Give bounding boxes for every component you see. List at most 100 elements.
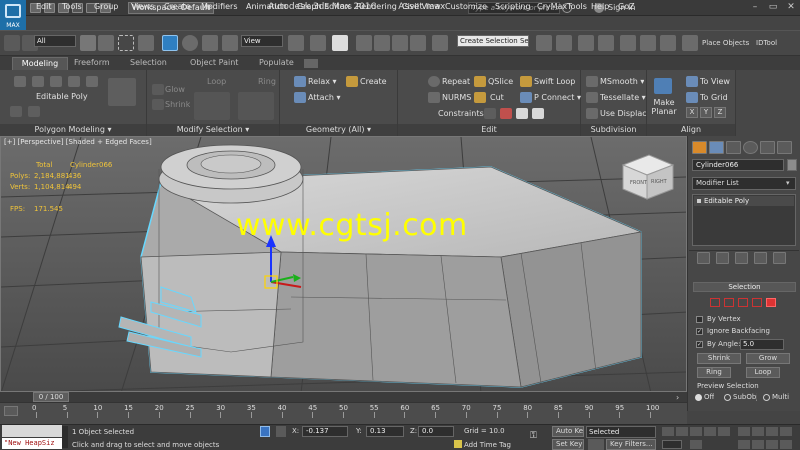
material-editor-icon[interactable] bbox=[660, 35, 676, 51]
zoom-all-icon[interactable] bbox=[752, 427, 764, 436]
nurms-button[interactable]: NURMS bbox=[442, 93, 471, 102]
vertex-mode-icon[interactable] bbox=[14, 76, 26, 87]
element-subobject-icon[interactable] bbox=[766, 298, 776, 307]
set-keys-icon[interactable] bbox=[588, 439, 604, 450]
loop-button[interactable]: Loop bbox=[746, 367, 780, 378]
app-logo[interactable]: MAX bbox=[0, 0, 26, 34]
time-slider-track[interactable] bbox=[0, 392, 687, 402]
tab-modeling[interactable]: Modeling bbox=[12, 57, 68, 70]
modify-mode-icon[interactable] bbox=[10, 106, 22, 117]
spinner-snap-icon[interactable] bbox=[410, 35, 426, 51]
attach-button[interactable]: Attach ▾ bbox=[308, 93, 341, 102]
menu-group[interactable]: Group bbox=[94, 2, 118, 11]
reference-coord-dropdown[interactable]: View bbox=[241, 35, 283, 47]
to-grid-button[interactable]: To Grid bbox=[700, 93, 728, 102]
viewcube[interactable] bbox=[621, 154, 675, 200]
viewport-label[interactable]: [+] [Perspective] [Shaded + Edged Faces] bbox=[4, 138, 152, 146]
select-by-name-icon[interactable] bbox=[98, 35, 114, 51]
create-button[interactable]: Create bbox=[360, 77, 387, 86]
show-end-result-icon[interactable] bbox=[28, 106, 40, 117]
zoom-extents-all-icon[interactable] bbox=[780, 427, 792, 436]
time-slider-thumb[interactable]: 0 / 100 bbox=[33, 392, 69, 402]
menu-tools[interactable]: Tools bbox=[62, 2, 82, 11]
set-key-button[interactable]: Set Key bbox=[552, 439, 584, 450]
rotate-icon[interactable] bbox=[182, 35, 198, 51]
panel-footer-geometry[interactable]: Geometry (All) ▾ bbox=[280, 124, 397, 136]
attach-icon[interactable] bbox=[294, 92, 306, 103]
next-key-icon[interactable] bbox=[704, 427, 716, 436]
auto-key-button[interactable]: Auto Key bbox=[552, 426, 584, 437]
constraint-face-icon[interactable] bbox=[516, 108, 528, 119]
goto-start-icon[interactable] bbox=[662, 427, 674, 436]
to-view-button[interactable]: To View bbox=[700, 77, 730, 86]
configure-modifier-sets-icon[interactable] bbox=[773, 252, 786, 264]
msmooth-button[interactable]: MSmooth ▾ bbox=[600, 77, 644, 86]
maxscript-listener-top[interactable] bbox=[2, 425, 62, 437]
msmooth-icon[interactable] bbox=[586, 76, 598, 87]
menu-help[interactable]: Help bbox=[591, 2, 609, 11]
menu-crymaxtools[interactable]: CryMaxTools bbox=[537, 2, 587, 11]
zoom-extents-icon[interactable] bbox=[766, 427, 778, 436]
constraint-normal-icon[interactable] bbox=[532, 108, 544, 119]
play-icon[interactable] bbox=[690, 427, 702, 436]
scale-icon[interactable] bbox=[202, 35, 218, 51]
to-view-icon[interactable] bbox=[686, 76, 698, 87]
create-icon[interactable] bbox=[346, 76, 358, 87]
undo-toolbar-icon[interactable] bbox=[4, 35, 20, 51]
menu-goz[interactable]: GoZ bbox=[618, 2, 635, 11]
goto-end-icon[interactable] bbox=[718, 427, 730, 436]
add-time-tag-button[interactable]: Add Time Tag bbox=[464, 441, 511, 449]
next-frame-icon[interactable]: › bbox=[676, 393, 679, 402]
maximize-icon[interactable]: ▭ bbox=[764, 2, 782, 14]
qslice-icon[interactable] bbox=[474, 76, 486, 87]
constraint-edge-icon[interactable] bbox=[500, 108, 512, 119]
menu-views[interactable]: Views bbox=[131, 2, 154, 11]
polygon-mode-icon[interactable] bbox=[68, 76, 80, 87]
select-object-icon[interactable] bbox=[80, 35, 96, 51]
pan-icon[interactable] bbox=[752, 440, 764, 449]
panel-footer-modify-selection[interactable]: Modify Selection ▾ bbox=[147, 124, 279, 136]
ring-tools-icon[interactable] bbox=[238, 92, 274, 120]
grow-label[interactable]: Glow bbox=[165, 85, 185, 94]
stack-expand-icon[interactable] bbox=[697, 199, 701, 203]
align-y-button[interactable]: Y bbox=[700, 107, 712, 118]
shrink-label[interactable]: Shrink bbox=[165, 100, 190, 109]
repeat-button[interactable]: Repeat bbox=[442, 77, 470, 86]
menu-edit[interactable]: Edit bbox=[36, 2, 52, 11]
make-planar-button[interactable]: Make Planar bbox=[650, 98, 678, 116]
tab-populate[interactable]: Populate bbox=[259, 58, 294, 67]
curve-editor-icon[interactable] bbox=[620, 35, 636, 51]
swift-loop-icon[interactable] bbox=[520, 76, 532, 87]
pin-stack-icon[interactable] bbox=[697, 252, 710, 264]
edge-subobject-icon[interactable] bbox=[724, 298, 734, 307]
ribbon-options-icon[interactable] bbox=[304, 59, 318, 68]
schematic-view-icon[interactable] bbox=[640, 35, 656, 51]
p-connect-button[interactable]: P Connect ▾ bbox=[534, 93, 581, 102]
edit-named-selection-icon[interactable] bbox=[432, 35, 448, 51]
shrink-button[interactable]: Shrink bbox=[697, 353, 741, 364]
x-coordinate-field[interactable]: -0.137 bbox=[302, 426, 348, 437]
close-icon[interactable]: ✕ bbox=[782, 2, 800, 14]
preview-off-radio[interactable] bbox=[695, 394, 702, 401]
key-mode-toggle-icon[interactable] bbox=[690, 440, 702, 449]
shrink-icon[interactable] bbox=[152, 99, 164, 110]
stack-item-editable-poly[interactable]: Editable Poly bbox=[694, 196, 794, 206]
element-mode-icon[interactable] bbox=[86, 76, 98, 87]
idtool-button[interactable]: IDTool bbox=[756, 39, 777, 47]
zoom-icon[interactable] bbox=[738, 427, 750, 436]
render-setup-icon[interactable] bbox=[682, 35, 698, 51]
preview-multi-radio[interactable] bbox=[763, 394, 770, 401]
utilities-panel-icon[interactable] bbox=[777, 141, 792, 154]
prev-frame-icon[interactable] bbox=[676, 427, 688, 436]
align-icon[interactable] bbox=[556, 35, 572, 51]
rect-selection-icon[interactable] bbox=[118, 35, 134, 51]
by-angle-checkbox[interactable]: ✓ bbox=[696, 341, 703, 348]
tab-object-paint[interactable]: Object Paint bbox=[190, 58, 238, 67]
maximize-viewport-icon[interactable] bbox=[780, 440, 792, 449]
edge-mode-icon[interactable] bbox=[32, 76, 44, 87]
selection-rollout-header[interactable]: Selection bbox=[693, 282, 796, 292]
to-grid-icon[interactable] bbox=[686, 92, 698, 103]
grow-icon[interactable] bbox=[152, 84, 164, 95]
make-planar-icon[interactable] bbox=[654, 78, 672, 94]
minimize-icon[interactable]: – bbox=[746, 2, 764, 14]
